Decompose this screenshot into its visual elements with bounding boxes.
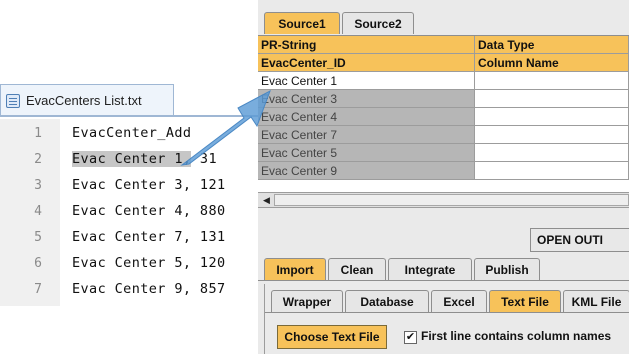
horizontal-scrollbar[interactable]: ◀ (258, 192, 629, 208)
line-text: Evac Center 1, (72, 151, 192, 167)
table-row[interactable]: Evac Center 5 (258, 144, 629, 162)
first-line-header-checkbox[interactable]: ✔ (404, 331, 417, 344)
table-row[interactable]: Evac Center 7 (258, 126, 629, 144)
tab-excel[interactable]: Excel (431, 290, 487, 312)
table-cell[interactable]: Evac Center 1 (258, 72, 475, 90)
table-cell-empty[interactable] (475, 126, 629, 144)
tab-integrate[interactable]: Integrate (388, 258, 472, 280)
line-text-tail: 857 (191, 281, 226, 297)
table-cell[interactable]: Evac Center 5 (258, 144, 475, 162)
editor-line[interactable]: 4 Evac Center 4, 880 (0, 198, 272, 224)
line-text: Evac Center 3, (72, 177, 192, 193)
file-tab[interactable]: EvacCenters List.txt (0, 84, 174, 116)
source-data-table: PR-String Data Type EvacCenter_ID Column… (258, 35, 629, 196)
table-cell-empty[interactable] (475, 72, 629, 90)
table-row[interactable]: Evac Center 4 (258, 108, 629, 126)
tab-underline (0, 115, 272, 117)
tab-database[interactable]: Database (345, 290, 429, 312)
editor-line[interactable]: 1 EvacCenter_Add (0, 120, 272, 146)
sub-tabs-divider (265, 312, 629, 313)
table-header-row: EvacCenter_ID Column Name (258, 54, 629, 72)
line-text: Evac Center 4, (72, 203, 192, 219)
tab-publish[interactable]: Publish (474, 258, 540, 280)
scrollbar-thumb[interactable] (274, 194, 629, 206)
tab-source2[interactable]: Source2 (342, 12, 414, 34)
tab-import[interactable]: Import (264, 258, 326, 280)
header-cell[interactable]: PR-String (258, 36, 475, 54)
header-cell[interactable]: Column Name (475, 54, 629, 72)
tab-wrapper[interactable]: Wrapper (271, 290, 343, 312)
table-row[interactable]: Evac Center 9 (258, 162, 629, 180)
line-text-tail: 31 (191, 151, 217, 167)
open-output-button[interactable]: OPEN OUTI (530, 228, 629, 252)
line-text: Evac Center 9, (72, 281, 192, 297)
header-cell[interactable]: Data Type (475, 36, 629, 54)
line-text-tail: Add (165, 125, 192, 141)
choose-text-file-button[interactable]: Choose Text File (277, 325, 387, 349)
table-row[interactable]: Evac Center 3 (258, 90, 629, 108)
line-number: 4 (34, 203, 42, 219)
table-cell[interactable]: Evac Center 7 (258, 126, 475, 144)
table-cell-empty[interactable] (475, 108, 629, 126)
header-cell[interactable]: EvacCenter_ID (258, 54, 475, 72)
tab-source1[interactable]: Source1 (264, 12, 340, 34)
tab-clean[interactable]: Clean (328, 258, 386, 280)
import-source-tabs: Wrapper Database Excel Text File KML Fil… (265, 290, 629, 312)
editor-line[interactable]: 7 Evac Center 9, 857 (0, 276, 272, 302)
table-cell[interactable]: Evac Center 9 (258, 162, 475, 180)
line-text-tail: 131 (191, 229, 226, 245)
editor-line[interactable]: 3 Evac Center 3, 121 (0, 172, 272, 198)
line-number: 5 (34, 229, 42, 245)
source-tabs: Source1 Source2 (258, 8, 629, 34)
editor-line[interactable]: 5 Evac Center 7, 131 (0, 224, 272, 250)
table-header-row: PR-String Data Type (258, 36, 629, 54)
table-cell[interactable]: Evac Center 4 (258, 108, 475, 126)
file-tab-title: EvacCenters List.txt (26, 93, 142, 108)
line-number: 6 (34, 255, 42, 271)
main-tabs: Import Clean Integrate Publish (258, 258, 629, 280)
editor-line[interactable]: 6 Evac Center 5, 120 (0, 250, 272, 276)
line-number: 1 (34, 125, 42, 141)
line-text: Evac Center 5, (72, 255, 192, 271)
line-text-tail: 880 (191, 203, 226, 219)
table-cell-empty[interactable] (475, 90, 629, 108)
line-text: EvacCenter_ (72, 125, 166, 141)
text-file-icon (6, 93, 20, 108)
editor-line-selected[interactable]: 2 Evac Center 1, 31 (0, 146, 272, 172)
line-number: 7 (34, 281, 42, 297)
editor-text-area[interactable]: 1 EvacCenter_Add 2 Evac Center 1, 31 3 E… (0, 120, 272, 302)
tab-text-file[interactable]: Text File (489, 290, 561, 312)
checkbox-label: First line contains column names (421, 329, 612, 343)
table-row[interactable]: Evac Center 1 (258, 72, 629, 90)
line-text-tail: 120 (191, 255, 226, 271)
table-cell-empty[interactable] (475, 162, 629, 180)
line-text: Evac Center 7, (72, 229, 192, 245)
line-text-tail: 121 (191, 177, 226, 193)
main-tabs-divider (258, 280, 629, 281)
line-number: 2 (34, 151, 42, 167)
text-editor: EvacCenters List.txt 1 EvacCenter_Add 2 … (0, 84, 272, 306)
scroll-left-icon[interactable]: ◀ (260, 194, 273, 206)
data-integration-panel: Source1 Source2 PR-String Data Type Evac… (258, 0, 629, 354)
tab-kml-file[interactable]: KML File (563, 290, 629, 312)
table-cell-empty[interactable] (475, 144, 629, 162)
table-cell[interactable]: Evac Center 3 (258, 90, 475, 108)
line-number: 3 (34, 177, 42, 193)
